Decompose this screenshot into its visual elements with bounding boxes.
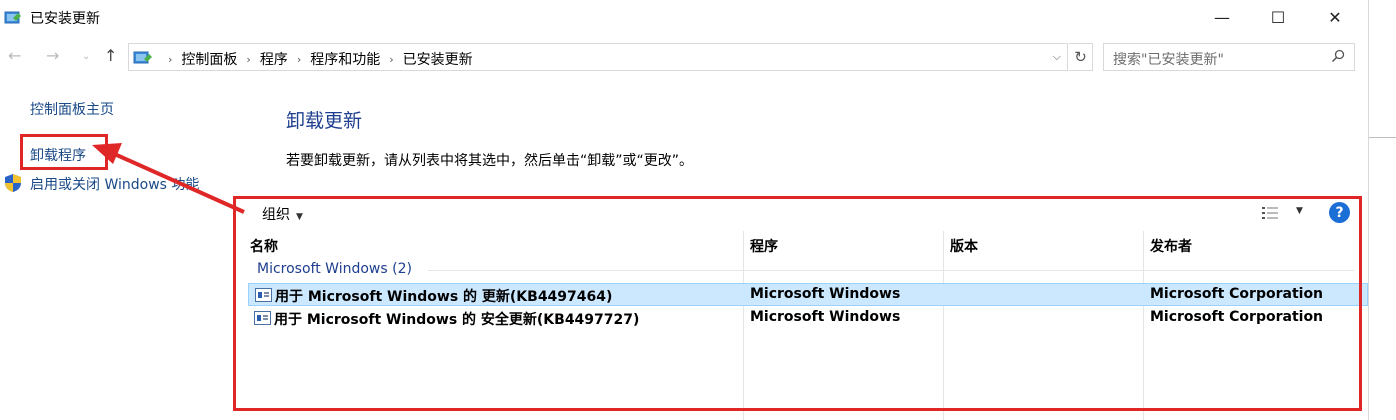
installed-updates-app-icon: [4, 11, 21, 24]
refresh-button[interactable]: ↻: [1069, 43, 1093, 71]
breadcrumb-separator[interactable]: ›: [246, 53, 250, 66]
breadcrumb-separator: ›: [168, 52, 173, 66]
annotation-highlight-update-list: [233, 196, 1362, 411]
annotation-highlight-uninstall: [20, 134, 108, 170]
background-divider: [1369, 137, 1396, 138]
control-panel-home-link[interactable]: 控制面板主页: [30, 99, 114, 119]
breadcrumb: › 控制面板 › 程序 › 程序和功能 › 已安装更新: [159, 49, 473, 69]
breadcrumb-installed-updates[interactable]: 已安装更新: [403, 49, 473, 69]
up-button[interactable]: ↑: [104, 46, 117, 65]
back-button[interactable]: ←: [8, 46, 21, 65]
control-panel-icon: [133, 51, 152, 64]
windows-features-link[interactable]: 启用或关闭 Windows 功能: [30, 174, 199, 194]
shield-icon: [5, 174, 21, 192]
close-icon: ✕: [1328, 7, 1342, 27]
search-icon[interactable]: [1331, 49, 1345, 63]
close-button[interactable]: ✕: [1312, 0, 1358, 34]
breadcrumb-control-panel[interactable]: 控制面板: [181, 49, 237, 69]
page-description: 若要卸载更新，请从列表中将其选中，然后单击“卸载”或“更改”。: [286, 153, 694, 169]
breadcrumb-separator[interactable]: ›: [297, 53, 301, 66]
title-bar: 已安装更新 — ☐ ✕: [0, 0, 1368, 34]
minimize-icon: —: [1214, 7, 1230, 27]
maximize-button[interactable]: ☐: [1255, 0, 1301, 34]
breadcrumb-programs-and-features[interactable]: 程序和功能: [310, 49, 380, 69]
maximize-icon: ☐: [1270, 7, 1286, 27]
search-input[interactable]: 搜索"已安装更新": [1103, 43, 1355, 71]
forward-button[interactable]: →: [46, 46, 59, 65]
installed-updates-window: 已安装更新 — ☐ ✕ ← → ⌄ ↑ › 控制面板 › 程序 › 程序和功能 …: [0, 0, 1368, 420]
page-title: 卸载更新: [286, 110, 363, 132]
refresh-icon: ↻: [1074, 48, 1087, 66]
breadcrumb-programs[interactable]: 程序: [260, 49, 288, 69]
minimize-button[interactable]: —: [1199, 0, 1245, 34]
search-placeholder: 搜索"已安装更新": [1113, 52, 1224, 68]
breadcrumb-separator[interactable]: ›: [389, 53, 393, 66]
address-bar[interactable]: › 控制面板 › 程序 › 程序和功能 › 已安装更新 ⌵: [128, 43, 1068, 71]
window-title: 已安装更新: [30, 11, 100, 27]
background-window-edge: [1368, 0, 1396, 420]
address-dropdown-icon[interactable]: ⌵: [1053, 50, 1061, 64]
recent-locations-button[interactable]: ⌄: [82, 51, 90, 62]
